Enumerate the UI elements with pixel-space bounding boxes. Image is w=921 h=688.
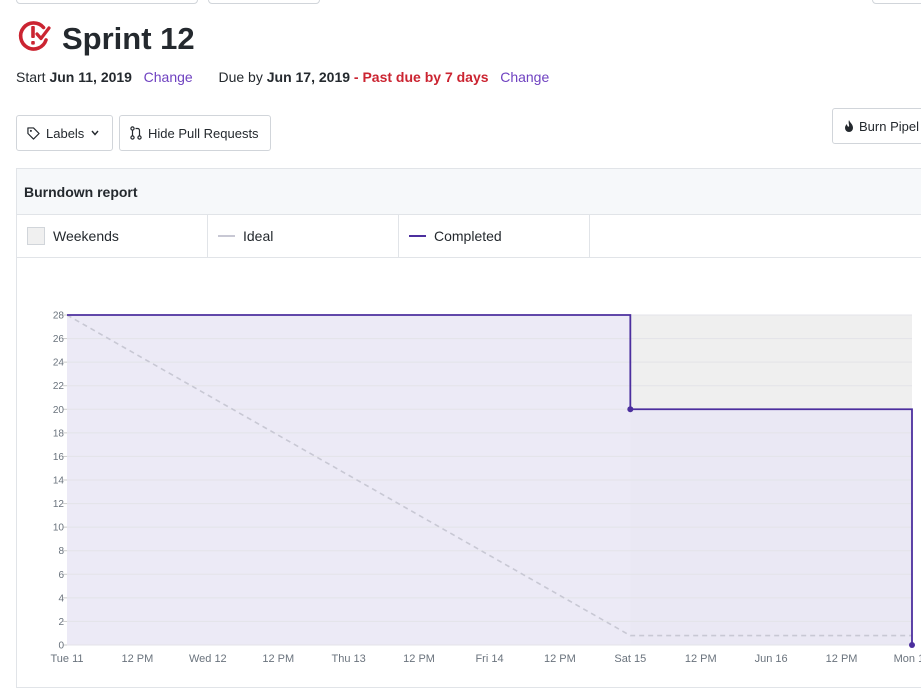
x-tick-label: 12 PM <box>685 653 717 665</box>
completed-point <box>627 406 634 413</box>
y-tick-label: 26 <box>53 334 65 345</box>
x-tick-label: 12 PM <box>262 653 294 665</box>
y-tick-label: 0 <box>58 641 64 652</box>
x-tick-label: Thu 13 <box>332 653 366 665</box>
x-tick-label: 12 PM <box>826 653 858 665</box>
y-tick-label: 6 <box>58 570 64 581</box>
y-tick-label: 8 <box>58 546 64 557</box>
y-tick-label: 24 <box>53 358 65 369</box>
x-tick-label: 12 PM <box>403 653 435 665</box>
y-tick-label: 4 <box>58 593 64 604</box>
y-tick-label: 14 <box>53 476 65 487</box>
y-tick-label: 10 <box>53 523 65 534</box>
y-tick-label: 18 <box>53 428 65 439</box>
x-tick-label: Sat 15 <box>614 653 646 665</box>
y-tick-label: 22 <box>53 381 65 392</box>
completed-point <box>909 642 915 648</box>
y-tick-label: 20 <box>53 405 65 416</box>
x-tick-label: 12 PM <box>122 653 154 665</box>
x-tick-label: Wed 12 <box>189 653 227 665</box>
x-tick-label: Tue 11 <box>50 653 83 665</box>
y-tick-label: 16 <box>53 452 65 463</box>
y-tick-label: 12 <box>53 499 65 510</box>
y-tick-label: 2 <box>58 617 64 628</box>
x-tick-label: Mon 17 <box>894 653 921 665</box>
y-tick-label: 28 <box>53 311 65 322</box>
x-tick-label: Fri 14 <box>475 653 503 665</box>
burndown-chart: 0246810121416182022242628Tue 11 12 PM Wed … <box>50 311 921 666</box>
x-tick-label: 12 PM <box>544 653 576 665</box>
x-tick-label: Jun 16 <box>755 653 788 665</box>
